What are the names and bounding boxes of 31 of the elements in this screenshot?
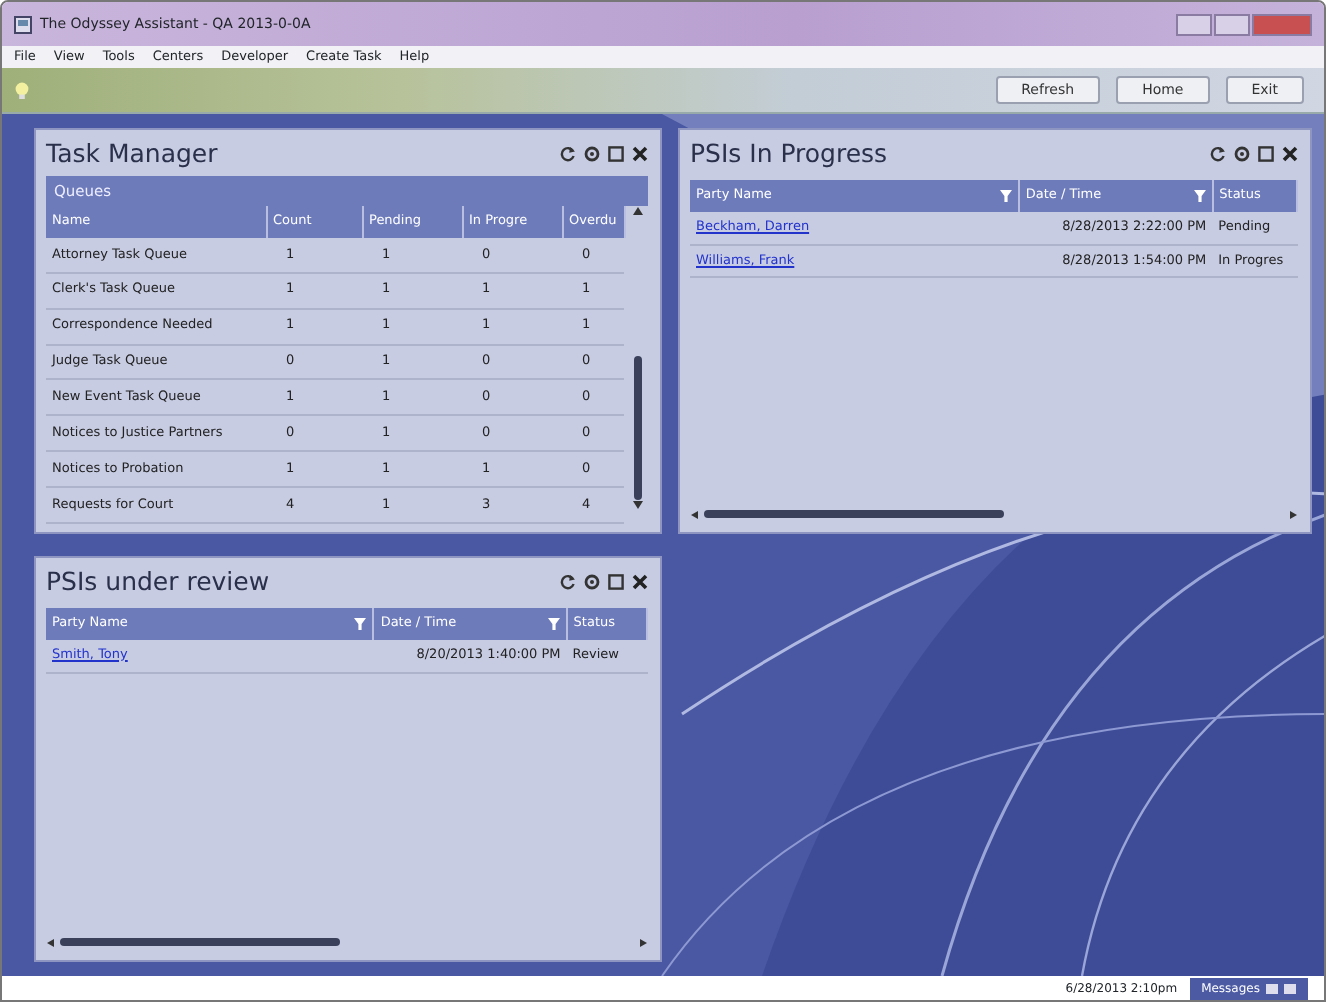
settings-icon[interactable]	[584, 146, 600, 162]
filter-icon[interactable]	[999, 189, 1012, 202]
scroll-left-icon[interactable]	[690, 509, 700, 519]
refresh-icon[interactable]	[560, 146, 576, 162]
filter-icon[interactable]	[354, 617, 367, 630]
scroll-down-icon[interactable]	[632, 500, 644, 511]
close-icon[interactable]	[632, 146, 648, 162]
maximize-icon[interactable]	[1258, 146, 1274, 162]
scrollbar-thumb[interactable]	[704, 510, 1004, 518]
close-icon[interactable]	[632, 574, 648, 590]
filter-icon[interactable]	[1193, 189, 1206, 202]
close-icon[interactable]	[1282, 146, 1298, 162]
panel-title: PSIs under review	[46, 569, 270, 595]
settings-icon[interactable]	[1234, 146, 1250, 162]
refresh-icon[interactable]	[560, 574, 576, 590]
app-icon	[14, 15, 32, 33]
scroll-right-icon[interactable]	[638, 937, 648, 947]
scrollbar-thumb[interactable]	[634, 356, 642, 501]
panel-title: PSIs In Progress	[690, 141, 888, 167]
maximize-button[interactable]	[1214, 13, 1250, 35]
filter-icon[interactable]	[547, 617, 560, 630]
scroll-right-icon[interactable]	[1288, 509, 1298, 519]
maximize-icon[interactable]	[608, 574, 624, 590]
settings-icon[interactable]	[584, 574, 600, 590]
minimize-button[interactable]	[1176, 13, 1212, 35]
panel-title: Task Manager	[46, 141, 218, 167]
scroll-left-icon[interactable]	[46, 937, 56, 947]
scrollbar-thumb[interactable]	[60, 938, 340, 946]
bulb-icon	[14, 81, 30, 99]
refresh-icon[interactable]	[1210, 146, 1226, 162]
maximize-icon[interactable]	[608, 146, 624, 162]
